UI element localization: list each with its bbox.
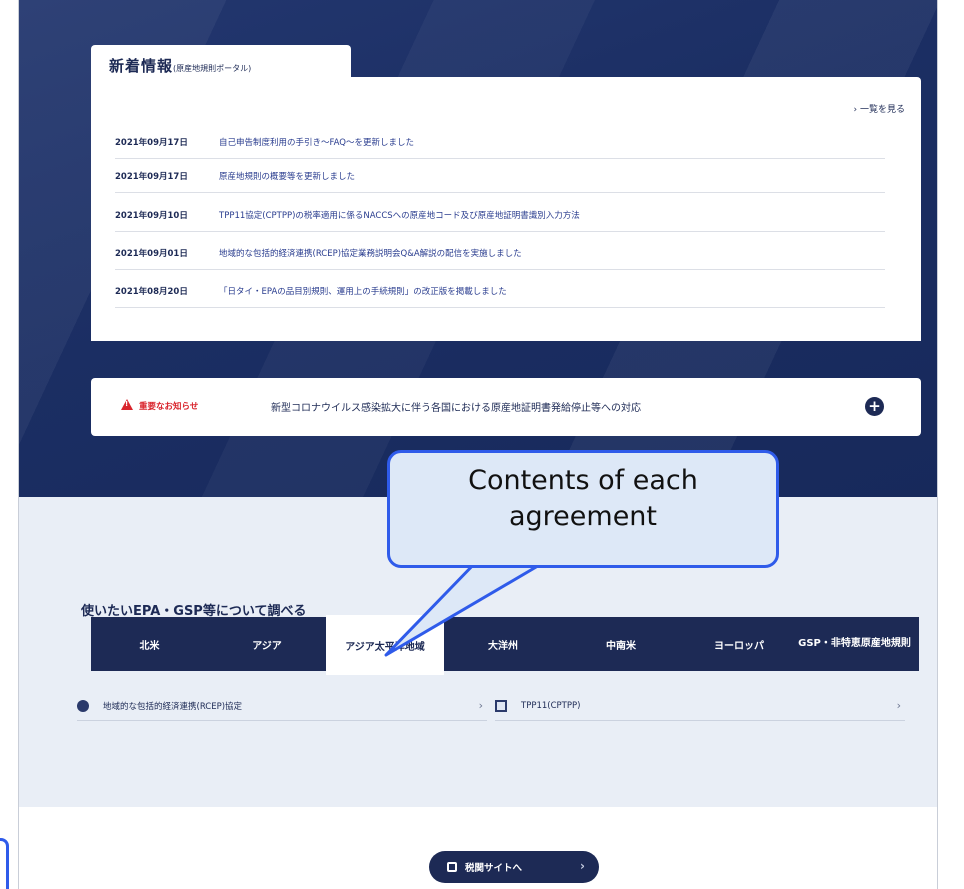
news-link[interactable]: 地域的な包括的経済連携(RCEP)協定業務説明会Q&A解説の配信を実施しました [219,247,522,259]
warning-icon [121,399,133,410]
globe-icon [77,699,89,712]
chevron-right-icon: › [478,699,483,712]
news-panel: › 一覧を見る 2021年09月17日 自己申告制度利用の手引き～FAQ～を更新… [91,77,921,341]
customs-button-label: 税関サイトへ [465,863,523,874]
expand-plus-icon[interactable]: + [865,397,884,416]
agreement-link-rcep[interactable]: 地域的な包括的経済連携(RCEP)協定 › [77,691,487,721]
news-link[interactable]: 自己申告制度利用の手引き～FAQ～を更新しました [219,136,414,148]
news-date: 2021年09月17日 [115,171,188,182]
customs-logo-icon [447,862,457,872]
news-item[interactable]: 2021年09月17日 原産地規則の概要等を更新しました [115,159,885,193]
view-all-link[interactable]: › 一覧を見る [854,102,905,115]
callout-line-2: agreement [508,501,658,532]
news-subtitle: (原産地規則ポータル) [173,64,252,73]
agreement-link-tpp11[interactable]: TPP11(CPTPP) › [495,691,905,721]
customs-site-button[interactable]: 税関サイトへ › [429,851,599,883]
portal-page: 新着情報(原産地規則ポータル) › 一覧を見る 2021年09月17日 自己申告… [18,0,938,889]
agreement-label: TPP11(CPTPP) [521,700,581,711]
news-link[interactable]: 「日タイ・EPAの品目別規則、運用上の手続規則」の改正版を掲載しました [219,285,507,297]
notice-label: 重要なお知らせ [139,402,199,412]
news-item[interactable]: 2021年09月10日 TPP11協定(CPTPP)の税率適用に係るNACCSへ… [115,198,885,232]
callout-line-1: Contents of each [468,465,698,496]
tab-gsp-nonpreferential[interactable]: GSP・非特恵原産地規則 [798,617,911,671]
annotation-callout: Contents of each agreement [387,450,779,568]
news-item[interactable]: 2021年09月17日 自己申告制度利用の手引き～FAQ～を更新しました [115,125,885,159]
tab-north-america[interactable]: 北米 [91,617,208,671]
notice-text[interactable]: 新型コロナウイルス感染拡大に伴う各国における原産地証明書発給停止等への対応 [271,399,641,414]
region-tabs: 北米 アジア アジア太平洋地域 大洋州 中南米 ヨーロッパ GSP・非特恵原産地… [91,615,919,675]
news-item[interactable]: 2021年09月01日 地域的な包括的経済連携(RCEP)協定業務説明会Q&A解… [115,236,885,270]
tab-asia[interactable]: アジア [208,617,326,671]
chevron-right-icon: › [896,699,901,712]
tab-latin-america[interactable]: 中南米 [562,617,680,671]
news-title: 新着情報(原産地規則ポータル) [109,55,251,76]
news-title-text: 新着情報 [109,57,174,75]
news-date: 2021年09月01日 [115,248,188,259]
tab-europe[interactable]: ヨーロッパ [680,617,798,671]
tab-oceania[interactable]: 大洋州 [444,617,562,671]
annotation-bracket [0,838,9,889]
screenshot-frame: 新着情報(原産地規則ポータル) › 一覧を見る 2021年09月17日 自己申告… [0,0,964,889]
news-link[interactable]: 原産地規則の概要等を更新しました [219,170,355,182]
news-date: 2021年08月20日 [115,286,188,297]
news-date: 2021年09月17日 [115,137,188,148]
important-notice[interactable]: 重要なお知らせ 新型コロナウイルス感染拡大に伴う各国における原産地証明書発給停止… [91,378,921,436]
agreement-label: 地域的な包括的経済連携(RCEP)協定 [103,701,243,712]
chevron-right-icon: › [580,859,585,873]
tab-asia-pacific[interactable]: アジア太平洋地域 [326,615,444,675]
news-link[interactable]: TPP11協定(CPTPP)の税率適用に係るNACCSへの原産地コード及び原産地… [219,209,580,221]
news-item[interactable]: 2021年08月20日 「日タイ・EPAの品目別規則、運用上の手続規則」の改正版… [115,274,885,308]
news-date: 2021年09月10日 [115,210,188,221]
document-icon [495,699,507,712]
